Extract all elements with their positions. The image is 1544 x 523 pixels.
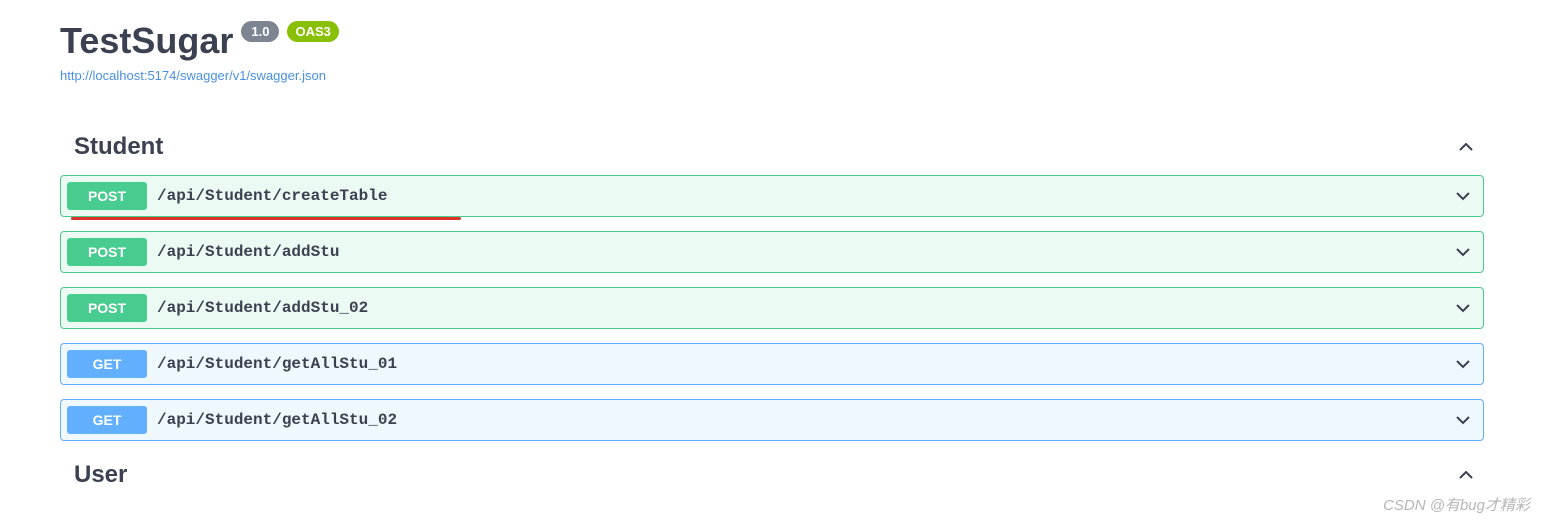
title-row: TestSugar 1.0 OAS3 xyxy=(60,20,1484,62)
tag-section-user: User xyxy=(60,461,1484,489)
api-header: TestSugar 1.0 OAS3 http://localhost:5174… xyxy=(60,20,1484,83)
tag-name: Student xyxy=(74,133,163,161)
chevron-up-icon xyxy=(1456,137,1476,157)
oas-badge: OAS3 xyxy=(287,21,338,42)
tag-name: User xyxy=(74,461,127,489)
method-badge: GET xyxy=(67,406,147,434)
tag-header-student[interactable]: Student xyxy=(60,123,1484,171)
annotation-underline xyxy=(71,217,461,220)
chevron-down-icon xyxy=(1453,186,1473,206)
api-title: TestSugar xyxy=(60,20,233,62)
swagger-json-link[interactable]: http://localhost:5174/swagger/v1/swagger… xyxy=(60,68,1484,83)
watermark: CSDN @有bug才精彩 xyxy=(1383,494,1530,515)
method-badge: GET xyxy=(67,350,147,378)
operation-path: /api/Student/getAllStu_01 xyxy=(157,355,1453,373)
chevron-down-icon xyxy=(1453,410,1473,430)
operation-path: /api/Student/addStu_02 xyxy=(157,299,1453,317)
method-badge: POST xyxy=(67,182,147,210)
operation-post-addstu02[interactable]: POST /api/Student/addStu_02 xyxy=(60,287,1484,329)
chevron-down-icon xyxy=(1453,242,1473,262)
version-badge: 1.0 xyxy=(241,21,279,42)
chevron-down-icon xyxy=(1453,354,1473,374)
tag-header-user[interactable]: User xyxy=(60,461,1484,489)
method-badge: POST xyxy=(67,294,147,322)
operation-path: /api/Student/getAllStu_02 xyxy=(157,411,1453,429)
tag-section-student: Student POST /api/Student/createTable PO… xyxy=(60,123,1484,441)
operation-get-getallstu02[interactable]: GET /api/Student/getAllStu_02 xyxy=(60,399,1484,441)
operation-post-createtable[interactable]: POST /api/Student/createTable xyxy=(60,175,1484,217)
operation-path: /api/Student/addStu xyxy=(157,243,1453,261)
main-container: TestSugar 1.0 OAS3 http://localhost:5174… xyxy=(0,0,1544,489)
chevron-up-icon xyxy=(1456,465,1476,485)
operation-list-student: POST /api/Student/createTable POST /api/… xyxy=(60,175,1484,441)
chevron-down-icon xyxy=(1453,298,1473,318)
operation-path: /api/Student/createTable xyxy=(157,187,1453,205)
method-badge: POST xyxy=(67,238,147,266)
operation-post-addstu[interactable]: POST /api/Student/addStu xyxy=(60,231,1484,273)
operation-get-getallstu01[interactable]: GET /api/Student/getAllStu_01 xyxy=(60,343,1484,385)
